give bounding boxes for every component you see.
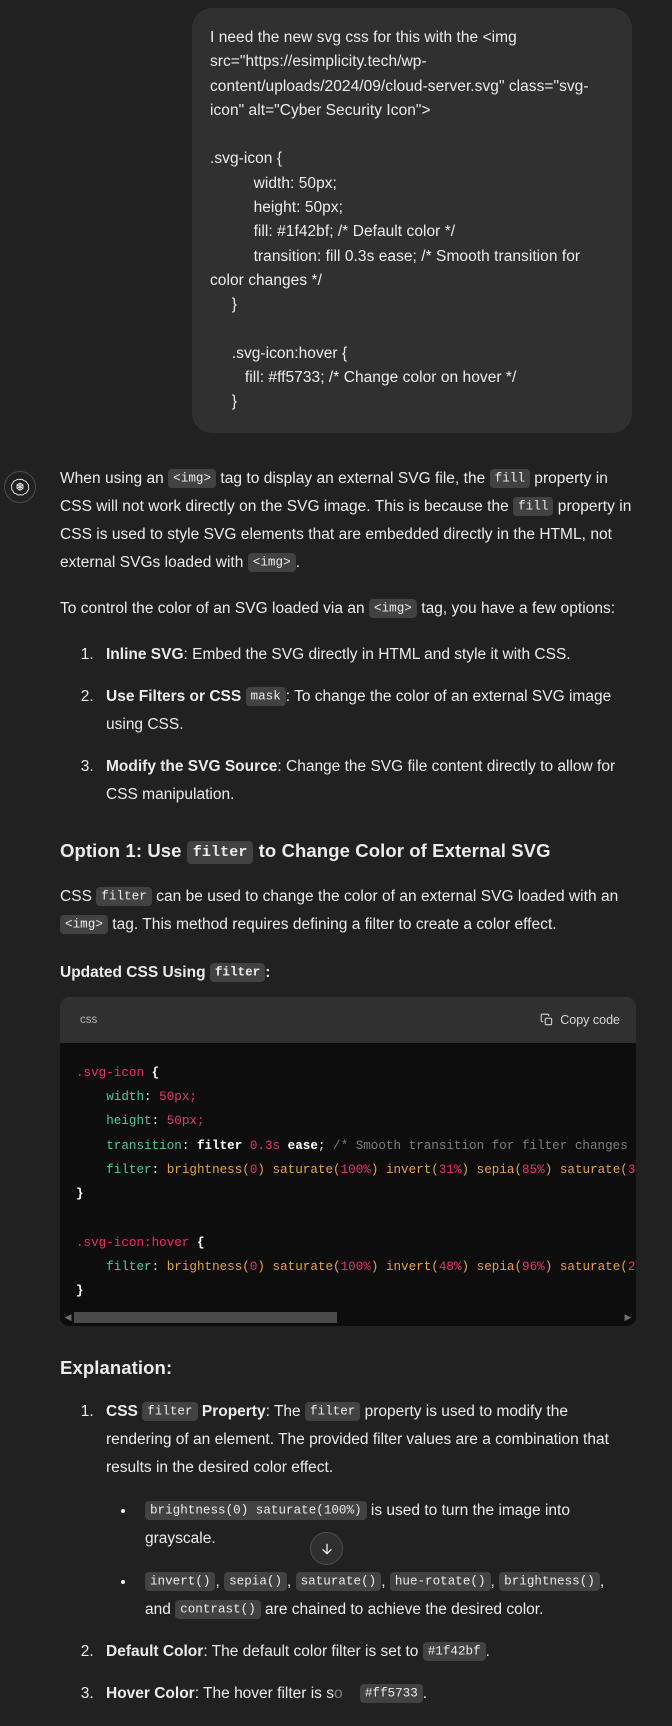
chevron-left-icon[interactable]: ◀ [62,1313,74,1322]
list-item: brightness(0) saturate(100%) is used to … [136,1496,632,1553]
code-block-header: css Copy code [60,996,636,1043]
copy-code-label: Copy code [560,1012,620,1027]
inline-code-fill: fill [513,497,554,517]
inline-code-img: <img> [368,599,417,619]
list-item-text: : The hover filter is s [194,1684,334,1702]
text-fragment-occluded: o [333,1684,343,1702]
comma: , [215,1572,225,1590]
scroll-to-bottom-button[interactable] [310,1532,343,1565]
chevron-right-icon[interactable]: ▶ [622,1313,634,1322]
list-item: invert(), sepia(), saturate(), hue-rotat… [136,1567,632,1624]
list-item-text: : The default color filter is set to [203,1642,423,1660]
code-block-content: .svg-icon { width: 50px; height: 50px; t… [60,1043,636,1310]
inline-code-invert: invert() [145,1572,216,1592]
inline-code-filter: filter [304,1402,361,1422]
list-item: Inline SVG: Embed the SVG directly in HT… [98,641,632,669]
explanation-heading: Explanation: [60,1356,173,1378]
comma: , [490,1572,500,1590]
text-fragment: CSS [60,887,97,905]
text-fragment: . [295,553,301,571]
list-item-title: Use Filters or CSS [106,687,246,705]
updated-css-label: Updated CSS Using filter: [60,961,632,985]
list-item-title: Modify the SVG Source [106,757,278,775]
text-fragment: Updated CSS Using [60,963,210,981]
text-fragment: To control the color of an SVG loaded vi… [60,599,369,617]
option1-heading: Option 1: Use filter to Change Color of … [60,837,632,867]
list-item: Hover Color: The hover filter is so #ff5… [98,1680,632,1708]
text-fragment: to Change Color of External SVG [253,839,551,861]
explanation-sub-list: brightness(0) saturate(100%) is used to … [106,1496,632,1624]
inline-code-filter: filter [142,1402,198,1422]
option1-paragraph: CSS filter can be used to change the col… [60,883,632,939]
assistant-paragraph-options-lead: To control the color of an SVG loaded vi… [60,595,632,623]
text-fragment: tag, you have a few options: [416,599,616,617]
inline-code-img: <img> [168,469,217,489]
code-block: css Copy code .svg-icon { width: 50px; h… [60,996,636,1326]
inline-code-contrast: contrast() [175,1600,261,1620]
list-item-text: : The [265,1402,305,1420]
code-text: .svg-icon { width: 50px; height: 50px; t… [76,1065,636,1299]
text-fragment: tag to display an external SVG file, the [216,469,490,487]
inline-code-mask: mask [245,687,286,707]
copy-icon [540,1013,554,1027]
scrollbar-track[interactable] [74,1312,622,1324]
inline-code-brightness: brightness() [499,1572,600,1592]
list-item-text: . [485,1642,490,1660]
code-horizontal-scrollbar[interactable]: ◀ ▶ [60,1309,636,1326]
list-item-title: Inline SVG [106,645,184,663]
text-fragment: : [265,963,271,981]
inline-code-img: <img> [60,915,108,935]
list-item-title: Default Color [106,1642,204,1660]
list-item-text: : Embed the SVG directly in HTML and sty… [183,645,571,663]
inline-code-img: <img> [247,553,296,573]
inline-code-filter: filter [186,840,254,864]
inline-code-sepia: sepia() [224,1572,287,1592]
inline-code-default-color: #1f42bf [422,1642,486,1662]
comma: , [381,1572,390,1590]
code-language-label: css [80,1013,98,1026]
comma: , [287,1572,296,1590]
text-fragment: can be used to change the color of an ex… [151,887,619,905]
list-item: Modify the SVG Source: Change the SVG fi… [98,753,632,809]
assistant-paragraph-intro: When using an <img> tag to display an ex… [60,465,632,577]
inline-code-fill: fill [489,469,530,489]
inline-code-hue-rotate: hue-rotate() [389,1572,491,1592]
list-item-title: CSS [106,1402,143,1420]
list-item: CSS filter Property: The filter property… [98,1398,632,1624]
list-item-text: are chained to achieve the desired color… [260,1600,544,1618]
text-fragment: When using an [60,469,169,487]
openai-logo-icon [4,470,36,503]
explanation-list: CSS filter Property: The filter property… [60,1398,632,1708]
list-item: Default Color: The default color filter … [98,1638,632,1666]
assistant-message-row: When using an <img> tag to display an ex… [0,433,672,1726]
options-list: Inline SVG: Embed the SVG directly in HT… [60,641,632,809]
scrollbar-thumb[interactable] [74,1312,338,1324]
text-fragment: tag. This method requires defining a fil… [107,915,557,933]
list-item-title: Property [197,1402,266,1420]
text-fragment: Option 1: Use [60,839,187,861]
user-message-row: I need the new svg css for this with the… [0,0,672,433]
inline-code-filter: filter [209,963,266,983]
inline-code-brightness-saturate: brightness(0) saturate(100%) [145,1501,367,1521]
list-item: Use Filters or CSS mask: To change the c… [98,683,632,739]
list-item-text: . [422,1684,428,1702]
list-item-title: Hover Color [106,1684,195,1702]
user-message-bubble[interactable]: I need the new svg css for this with the… [192,8,632,433]
inline-code-saturate: saturate() [295,1572,382,1592]
arrow-down-icon [319,1541,335,1557]
inline-code-filter: filter [96,887,152,907]
copy-code-button[interactable]: Copy code [540,1006,620,1034]
inline-code-hover-color: #ff5733 [359,1684,423,1704]
